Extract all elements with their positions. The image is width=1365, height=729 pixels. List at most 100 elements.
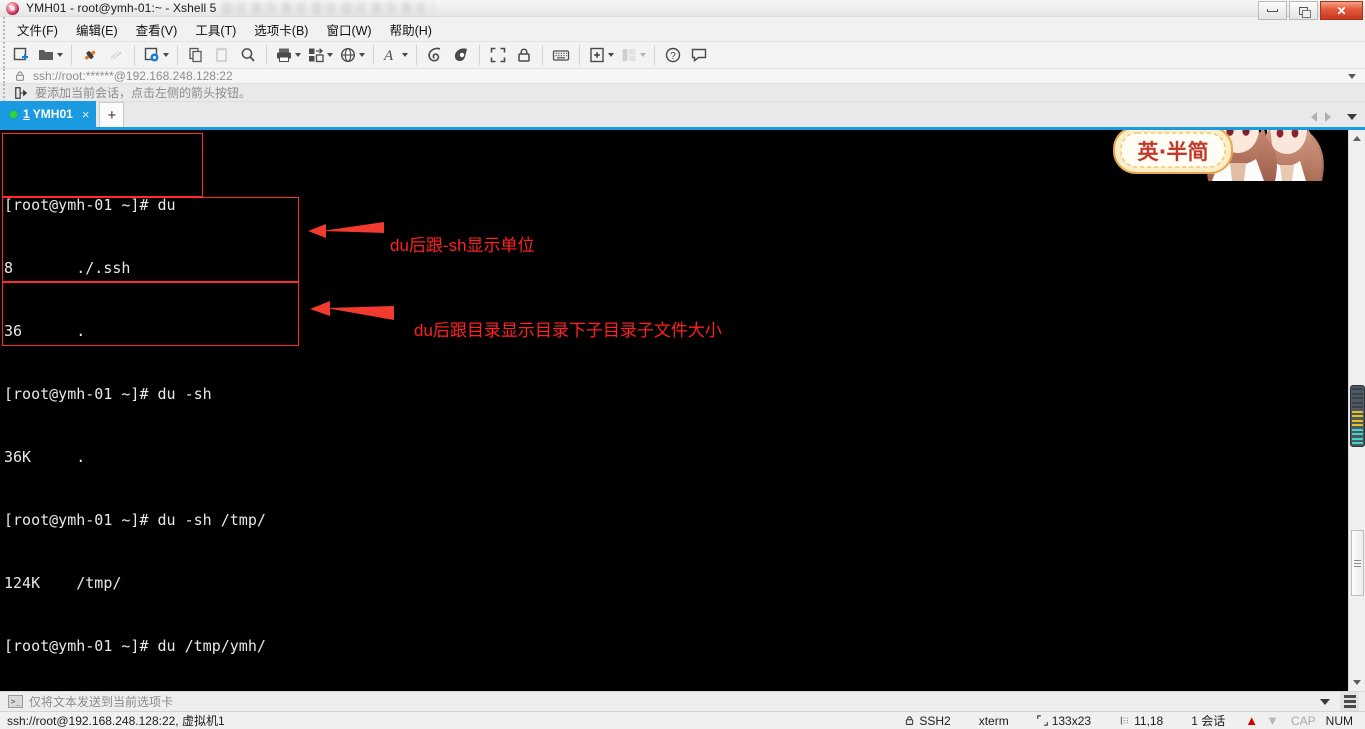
add-session-icon[interactable]: [14, 86, 28, 100]
address-bar[interactable]: ssh://root:******@192.168.248.128:22: [0, 69, 1365, 84]
hint-text: 要添加当前会话，点击左侧的箭头按钮。: [35, 86, 252, 100]
terminal-area: [root@ymh-01 ~]# du 8 ./.ssh 36 . [root@…: [0, 130, 1365, 691]
status-cursor-pos: 11,18: [1105, 714, 1177, 728]
svg-text:A: A: [383, 48, 394, 64]
new-session-icon[interactable]: [8, 42, 34, 68]
scrollbar-thumb[interactable]: [1351, 530, 1364, 596]
svg-text:?: ?: [670, 51, 676, 62]
status-size: 133x23: [1023, 714, 1105, 728]
copy-icon[interactable]: [183, 42, 209, 68]
size-icon: [1036, 715, 1048, 726]
status-protocol-text: SSH2: [919, 713, 951, 728]
connection-status-dot: [10, 110, 17, 118]
terminal-prompt-icon: >_: [8, 695, 23, 708]
next-tab-icon[interactable]: [1325, 112, 1331, 122]
session-properties-icon[interactable]: [140, 42, 172, 68]
scroll-down-icon[interactable]: [1349, 674, 1365, 691]
status-terminal-type: xterm: [965, 714, 1023, 728]
tab-ymh01[interactable]: 1 YMH01 ×: [0, 101, 97, 127]
highlight-icon[interactable]: [448, 42, 474, 68]
connect-icon[interactable]: [77, 42, 103, 68]
find-icon[interactable]: [235, 42, 261, 68]
lock-icon: [14, 70, 26, 82]
toolbar: A ?: [0, 42, 1365, 69]
font-icon[interactable]: A: [379, 42, 411, 68]
xshell-window: YMH01 - root@ymh-01:~ - Xshell 5 ✕ 文件(F)…: [0, 0, 1365, 729]
cursor-pos-icon: [1119, 715, 1130, 726]
menu-tools[interactable]: 工具(T): [186, 17, 245, 42]
toolbar-grip: [0, 42, 8, 68]
help-icon[interactable]: ?: [660, 42, 686, 68]
globe-icon[interactable]: [336, 42, 368, 68]
status-num: NUM: [1322, 714, 1357, 728]
menu-help[interactable]: 帮助(H): [381, 17, 441, 42]
status-transfer: ▲ ▼: [1239, 713, 1285, 728]
paste-icon[interactable]: [209, 42, 235, 68]
terminal-scrollbar[interactable]: [1348, 130, 1365, 691]
maximize-button[interactable]: [1289, 1, 1318, 20]
download-arrow-icon: ▼: [1266, 713, 1279, 728]
tab-strip: 1 YMH01 × +: [0, 101, 1365, 130]
menu-tabs[interactable]: 选项卡(B): [245, 17, 317, 42]
window-title: YMH01 - root@ymh-01:~ - Xshell 5: [26, 1, 217, 15]
watermark-text: 英·半简: [1138, 140, 1209, 164]
annotation-arrow-top: [308, 222, 384, 238]
title-bar: YMH01 - root@ymh-01:~ - Xshell 5 ✕: [0, 0, 1365, 20]
tunnel-icon[interactable]: [422, 42, 448, 68]
menu-window[interactable]: 窗口(W): [317, 17, 380, 42]
send-chevron-down-icon[interactable]: [1320, 698, 1330, 705]
status-caps-text: CAP: [1290, 713, 1316, 728]
terminal-line: [root@ymh-01 ~]# du: [4, 196, 176, 214]
terminal-line: [root@ymh-01 ~]# du -sh /tmp/: [4, 511, 266, 529]
tab-label: YMH01: [29, 107, 73, 121]
menu-bar: 文件(F) 编辑(E) 查看(V) 工具(T) 选项卡(B) 窗口(W) 帮助(…: [0, 17, 1365, 42]
upload-arrow-icon: ▲: [1245, 713, 1259, 728]
open-folder-icon[interactable]: [34, 42, 66, 68]
chat-icon[interactable]: [686, 42, 712, 68]
send-bar-text: 仅将文本发送到当前选项卡: [29, 695, 174, 709]
app-icon: [5, 0, 21, 16]
annotation-du-sh: du后跟-sh显示单位: [390, 236, 535, 255]
terminal-line: [root@ymh-01 ~]# du -sh: [4, 385, 212, 403]
hint-bar: 要添加当前会话，点击左侧的箭头按钮。: [0, 84, 1365, 102]
terminal-screen[interactable]: [root@ymh-01 ~]# du 8 ./.ssh 36 . [root@…: [0, 130, 1348, 691]
menu-edit[interactable]: 编辑(E): [67, 17, 127, 42]
add-tab-icon[interactable]: [585, 42, 617, 68]
tab-index: 1: [23, 107, 30, 121]
lock-icon[interactable]: [511, 42, 537, 68]
prev-tab-icon[interactable]: [1311, 112, 1317, 122]
close-button[interactable]: ✕: [1320, 1, 1363, 20]
keyboard-icon[interactable]: [548, 42, 574, 68]
chevron-down-icon[interactable]: [1348, 73, 1356, 79]
status-cursor-pos-text: 11,18: [1134, 713, 1164, 728]
scroll-up-icon[interactable]: [1349, 130, 1365, 147]
menu-grip: [0, 17, 8, 41]
tab-navigation: [1311, 112, 1365, 127]
new-tab-button[interactable]: +: [99, 102, 125, 127]
watermark-overlay: 英·半简: [1040, 130, 1324, 181]
address-input[interactable]: ssh://root:******@192.168.248.128:22: [33, 69, 233, 83]
disconnect-icon[interactable]: [103, 42, 129, 68]
status-size-text: 133x23: [1051, 713, 1092, 728]
minimize-button[interactable]: [1258, 1, 1287, 20]
annotation-du-dir: du后跟目录显示目录下子目录子文件大小: [414, 321, 722, 340]
status-terminal-type-text: xterm: [978, 713, 1009, 728]
tab-close-icon[interactable]: ×: [82, 107, 90, 122]
hamburger-menu-icon[interactable]: [1340, 692, 1359, 711]
file-transfer-icon[interactable]: [304, 42, 336, 68]
status-num-text: NUM: [1325, 713, 1353, 728]
send-bar: >_ 仅将文本发送到当前选项卡: [0, 691, 1365, 711]
scroll-meter-decoration: [1350, 385, 1365, 447]
terminal-line: 8 ./.ssh: [4, 259, 131, 277]
terminal-line: 36K .: [4, 448, 86, 466]
address-grip: [0, 69, 8, 83]
print-icon[interactable]: [272, 42, 304, 68]
menu-file[interactable]: 文件(F): [8, 17, 67, 42]
status-bar: ssh://root@192.168.248.128:22, 虚拟机1 SSH2…: [0, 711, 1365, 729]
menu-view[interactable]: 查看(V): [127, 17, 187, 42]
tab-list-icon[interactable]: [1347, 114, 1357, 120]
layout-icon[interactable]: [617, 42, 649, 68]
fullscreen-icon[interactable]: [485, 42, 511, 68]
terminal-line: 124K /tmp/: [4, 574, 122, 592]
status-protocol: SSH2: [890, 714, 964, 728]
